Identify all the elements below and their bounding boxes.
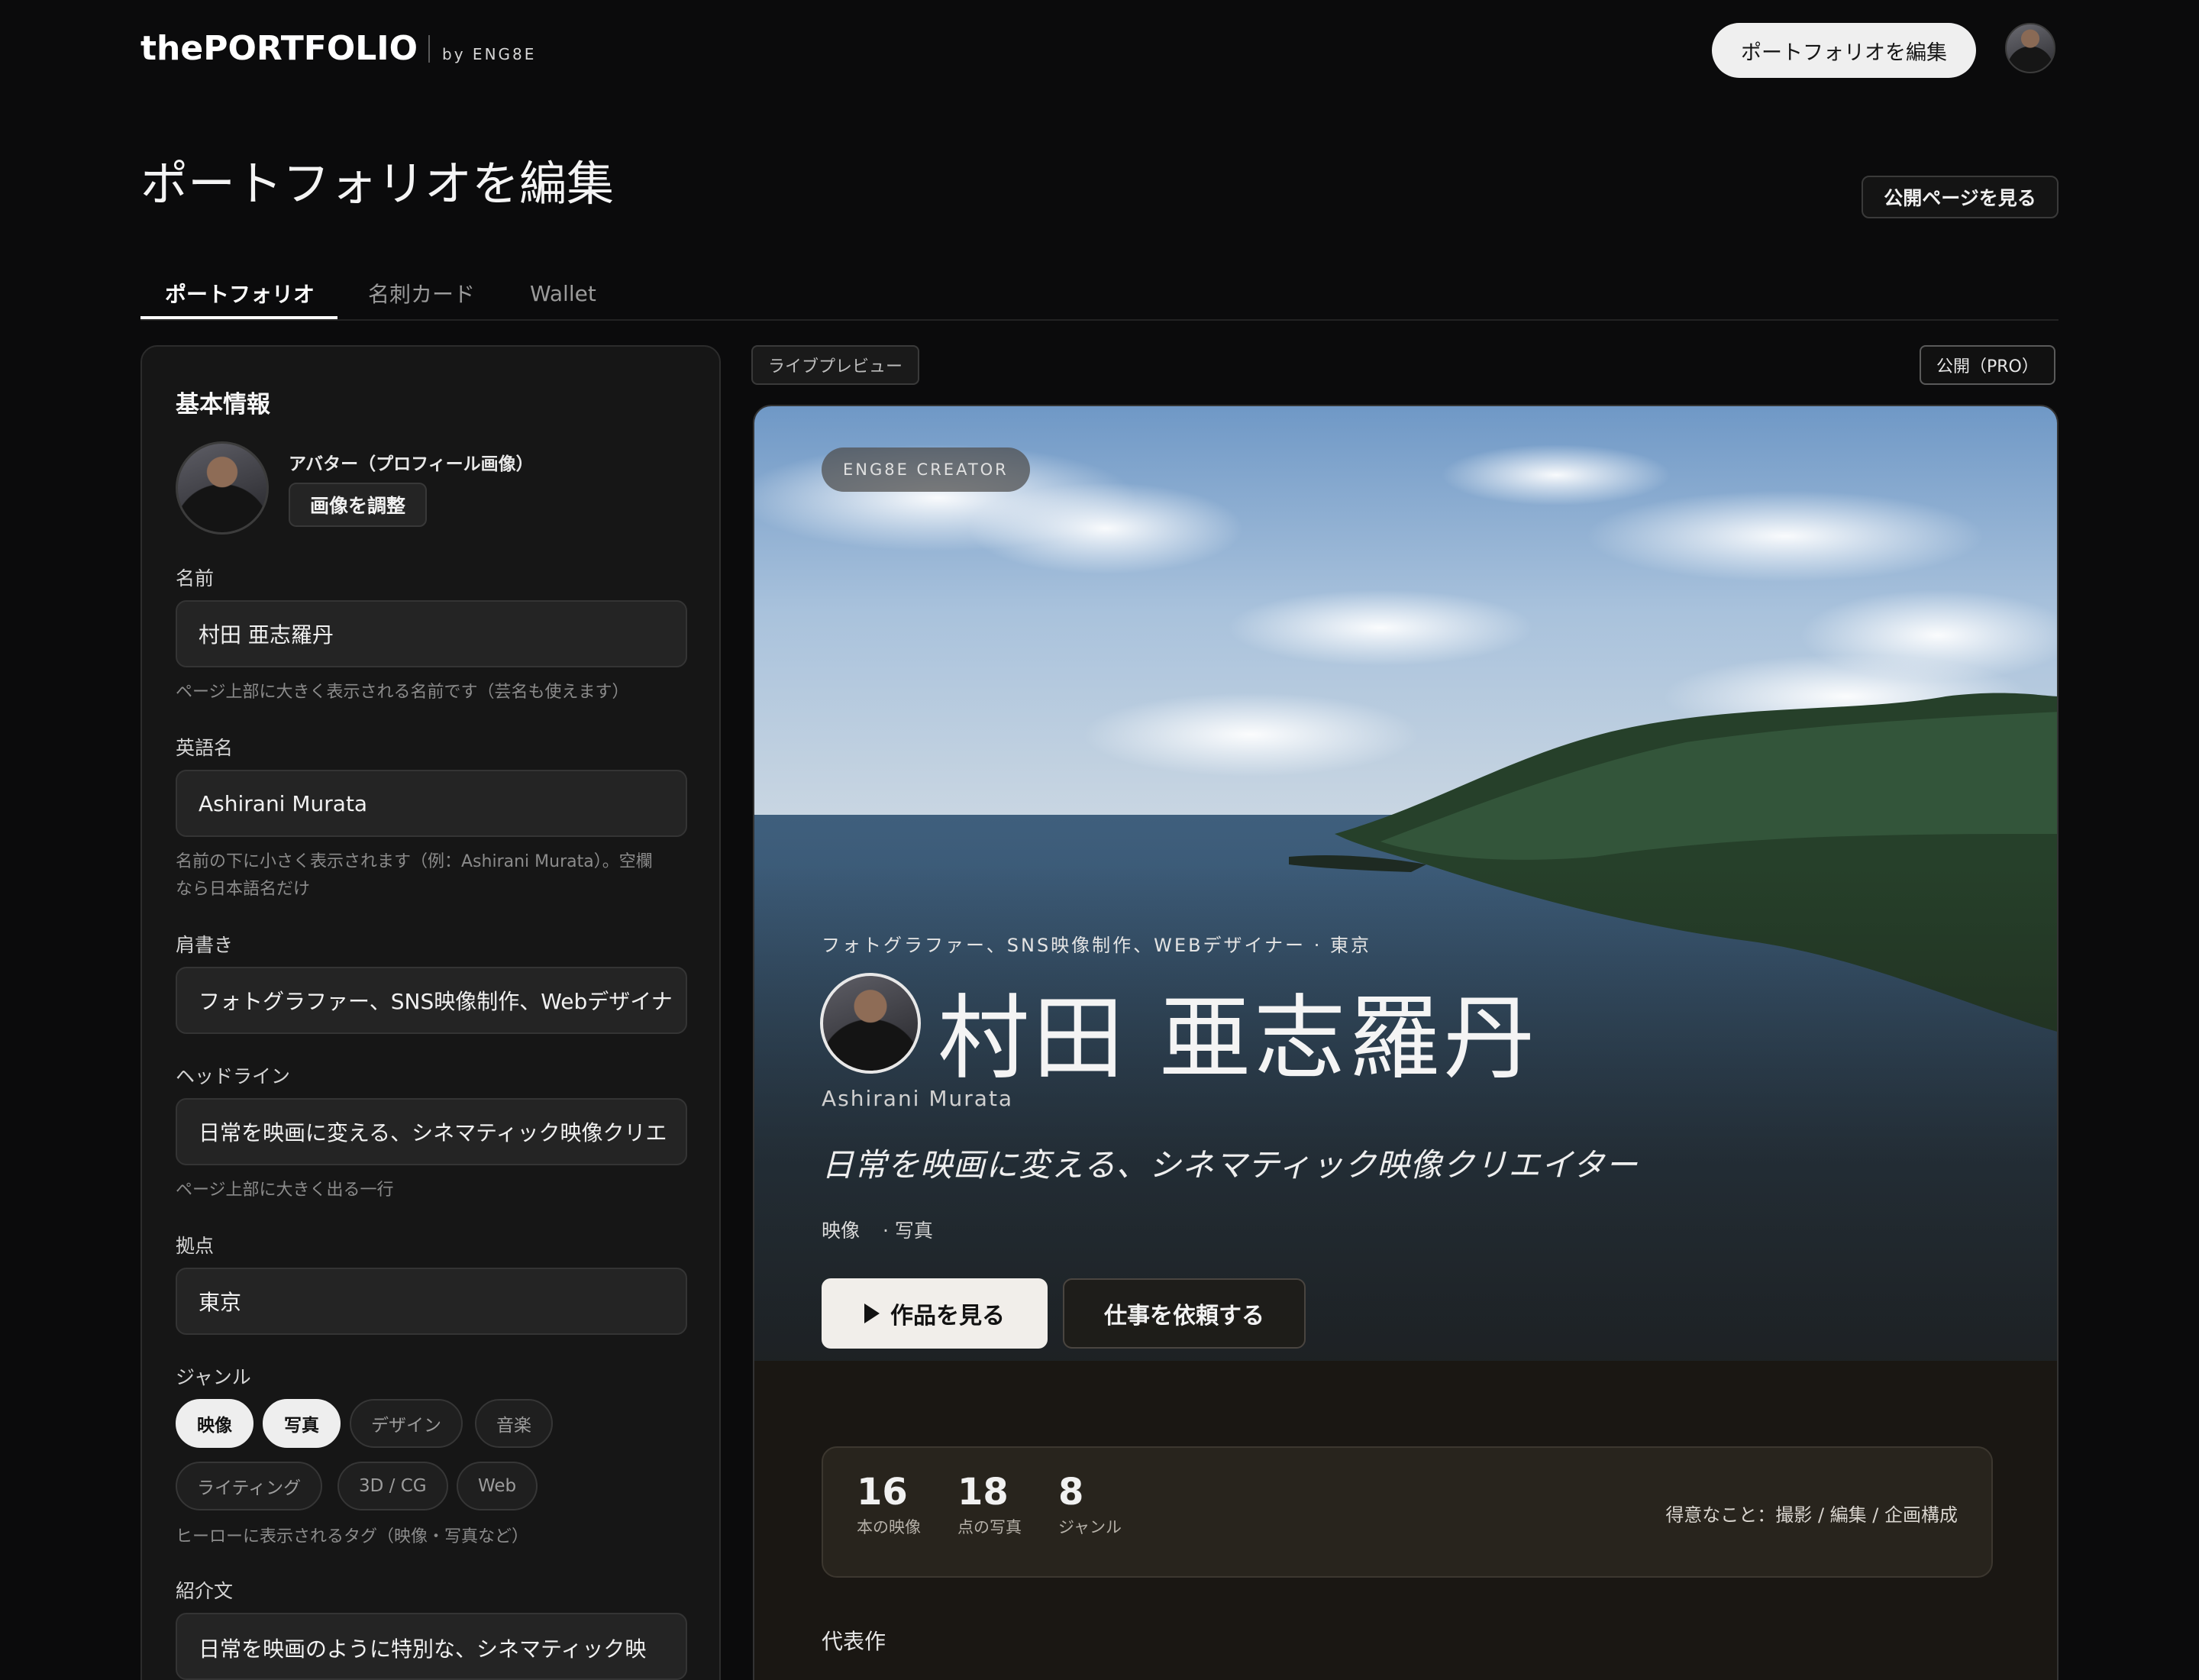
logo[interactable]: thePORTFOLIO by ENG8E xyxy=(140,29,536,68)
english-name-field[interactable]: Ashirani Murata xyxy=(176,770,687,837)
live-preview-tag: ライブプレビュー xyxy=(751,345,920,385)
genre-chip-photo[interactable]: 写真 xyxy=(263,1399,341,1448)
profile-avatar[interactable] xyxy=(176,441,269,535)
tab-wallet[interactable]: Wallet xyxy=(505,270,621,316)
hero-headline: 日常を映画に変える、シネマティック映像クリエイター xyxy=(822,1146,1639,1184)
name-help: ページ上部に大きく表示される名前です（芸名も使えます） xyxy=(176,683,629,702)
creator-badge: ENG8E CREATOR xyxy=(822,447,1030,492)
logo-byline: by ENG8E xyxy=(442,45,537,63)
view-works-button[interactable]: 作品を見る xyxy=(822,1278,1048,1349)
featured-works-heading: 代表作 xyxy=(822,1629,886,1654)
stat-videos: 16 本の映像 xyxy=(857,1471,921,1538)
intro-label: 紹介文 xyxy=(176,1580,234,1602)
english-name-help-line1: 名前の下に小さく表示されます（例：Ashirani Murata）。空欄 xyxy=(176,852,653,871)
stat-genres: 8 ジャンル xyxy=(1058,1471,1122,1538)
strengths-text: 得意なこと：撮影 / 編集 / 企画構成 xyxy=(1665,1504,1958,1526)
base-field[interactable]: 東京 xyxy=(176,1268,687,1335)
logo-text: thePORTFOLIO xyxy=(140,29,418,68)
top-bar: thePORTFOLIO by ENG8E ポートフォリオを編集 xyxy=(140,23,2059,78)
adjust-image-button[interactable]: 画像を調整 xyxy=(289,483,428,527)
title-field[interactable]: フォトグラファー、SNS映像制作、Webデザイナ xyxy=(176,967,687,1034)
basic-info-panel: 基本情報 アバター（プロフィール画像） 画像を調整 名前 村田 亜志羅丹 ページ… xyxy=(140,345,721,1680)
edit-portfolio-button[interactable]: ポートフォリオを編集 xyxy=(1712,23,1976,78)
hero-english-name: Ashirani Murata xyxy=(822,1086,1014,1111)
genre-label: ジャンル xyxy=(176,1366,251,1388)
stat-photos-number: 18 xyxy=(957,1471,1009,1514)
genre-chip-web[interactable]: Web xyxy=(457,1462,538,1510)
active-tab-indicator xyxy=(140,316,337,319)
stat-genres-number: 8 xyxy=(1058,1471,1084,1514)
stats-card: 16 本の映像 18 点の写真 8 ジャンル 得意なこと：撮影 / 編集 / 企… xyxy=(822,1446,1993,1578)
app-root: thePORTFOLIO by ENG8E ポートフォリオを編集 ポートフォリオ… xyxy=(0,0,2199,1680)
live-preview: ENG8E CREATOR フォトグラファー、SNS映像制作、WEBデザイナー … xyxy=(753,405,2059,1680)
view-works-label: 作品を見る xyxy=(890,1304,1005,1329)
english-name-label: 英語名 xyxy=(176,737,234,759)
request-work-button[interactable]: 仕事を依頼する xyxy=(1063,1278,1306,1349)
name-field[interactable]: 村田 亜志羅丹 xyxy=(176,600,687,667)
headline-label: ヘッドライン xyxy=(176,1065,291,1087)
genre-chip-writing[interactable]: ライティング xyxy=(176,1462,323,1510)
page-title: ポートフォリオを編集 xyxy=(140,156,615,212)
name-label: 名前 xyxy=(176,567,215,590)
stat-photos-label: 点の写真 xyxy=(957,1518,1022,1536)
stat-videos-number: 16 xyxy=(857,1471,908,1514)
hero-genre-photo: · 写真 xyxy=(883,1220,933,1242)
avatar-label: アバター（プロフィール画像） xyxy=(289,454,534,474)
genre-chip-3dcg[interactable]: 3D / CG xyxy=(337,1462,448,1510)
visibility-status-tag[interactable]: 公開（PRO） xyxy=(1920,345,2055,385)
stat-videos-label: 本の映像 xyxy=(857,1518,921,1536)
headline-field[interactable]: 日常を映画に変える、シネマティック映像クリエ xyxy=(176,1098,687,1165)
tab-bar: ポートフォリオ 名刺カード Wallet xyxy=(140,260,2059,321)
genre-chip-design[interactable]: デザイン xyxy=(350,1399,463,1448)
genre-chip-video[interactable]: 映像 xyxy=(176,1399,253,1448)
stat-photos: 18 点の写真 xyxy=(957,1471,1022,1538)
tab-portfolio[interactable]: ポートフォリオ xyxy=(140,270,339,316)
genre-chip-music[interactable]: 音楽 xyxy=(475,1399,553,1448)
intro-field[interactable]: 日常を映画のように特別な、シネマティック映 xyxy=(176,1613,687,1680)
view-public-page-button[interactable]: 公開ページを見る xyxy=(1862,176,2059,218)
section-title: 基本情報 xyxy=(176,391,270,418)
genre-help: ヒーローに表示されるタグ（映像・写真など） xyxy=(176,1527,529,1546)
logo-divider xyxy=(428,34,431,63)
user-avatar[interactable] xyxy=(2005,23,2055,73)
hero-genre-video: 映像 xyxy=(822,1220,861,1242)
hero-avatar xyxy=(820,973,921,1074)
title-label: 肩書き xyxy=(176,934,234,956)
tab-business-card[interactable]: 名刺カード xyxy=(344,270,499,316)
hero-name: 村田 亜志羅丹 xyxy=(938,986,1539,1092)
play-icon xyxy=(864,1304,880,1323)
headline-help: ページ上部に大きく出る一行 xyxy=(176,1181,394,1200)
stat-genres-label: ジャンル xyxy=(1058,1518,1122,1536)
base-label: 拠点 xyxy=(176,1235,215,1257)
english-name-help-line2: なら日本語名だけ xyxy=(176,880,311,899)
hero-role-line: フォトグラファー、SNS映像制作、WEBデザイナー · 東京 xyxy=(822,935,1371,956)
